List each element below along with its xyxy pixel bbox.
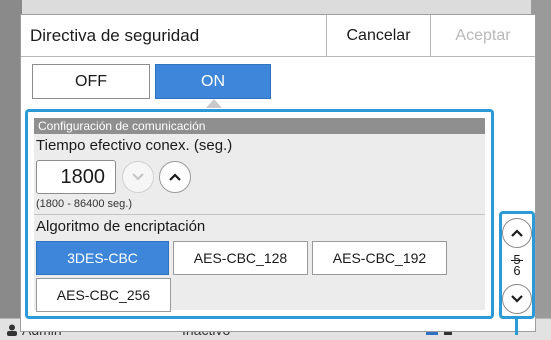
- timeout-range-note: (1800 - 86400 seg.): [36, 198, 133, 210]
- chevron-up-icon: [511, 229, 523, 237]
- dialog-header: Directiva de seguridad Cancelar Aceptar: [21, 15, 535, 57]
- user-icon: [7, 324, 17, 336]
- timeout-decrease-button[interactable]: [122, 161, 154, 193]
- toggle-on-button[interactable]: ON: [155, 64, 271, 99]
- algorithm-aes-128-button[interactable]: AES-CBC_128: [173, 241, 308, 275]
- page-up-button[interactable]: [502, 218, 532, 248]
- timeout-input[interactable]: 1800: [36, 160, 116, 194]
- security-policy-dialog: Directiva de seguridad Cancelar Aceptar …: [20, 14, 536, 335]
- chevron-up-icon: [169, 173, 181, 181]
- accept-button[interactable]: Aceptar: [430, 15, 535, 56]
- chevron-down-icon: [132, 173, 144, 181]
- chevron-down-icon: [511, 295, 523, 303]
- page-down-button[interactable]: [502, 284, 532, 314]
- algorithm-3des-cbc-button[interactable]: 3DES-CBC: [36, 241, 169, 275]
- page-navigator-connector: [515, 319, 518, 335]
- timeout-increase-button[interactable]: [159, 161, 191, 193]
- algorithm-aes-192-button[interactable]: AES-CBC_192: [312, 241, 447, 275]
- background-left-strip: [0, 0, 22, 340]
- algorithm-aes-256-button[interactable]: AES-CBC_256: [36, 278, 171, 312]
- algorithm-label: Algoritmo de encriptación: [36, 218, 206, 235]
- dialog-title: Directiva de seguridad: [30, 26, 200, 45]
- toggle-pointer-icon: [206, 99, 222, 108]
- communication-settings-content: Configuración de comunicación Tiempo efe…: [34, 118, 485, 312]
- communication-settings-panel: Configuración de comunicación Tiempo efe…: [25, 109, 494, 319]
- timeout-label: Tiempo efectivo conex. (seg.): [36, 137, 233, 154]
- page-navigator: 5 6: [499, 211, 535, 319]
- section-title: Configuración de comunicación: [34, 118, 485, 134]
- section-divider: [34, 214, 485, 215]
- total-pages-number: 6: [513, 263, 521, 278]
- page-fraction-line: [511, 260, 523, 261]
- cancel-button[interactable]: Cancelar: [326, 15, 430, 56]
- toggle-off-button[interactable]: OFF: [32, 64, 150, 99]
